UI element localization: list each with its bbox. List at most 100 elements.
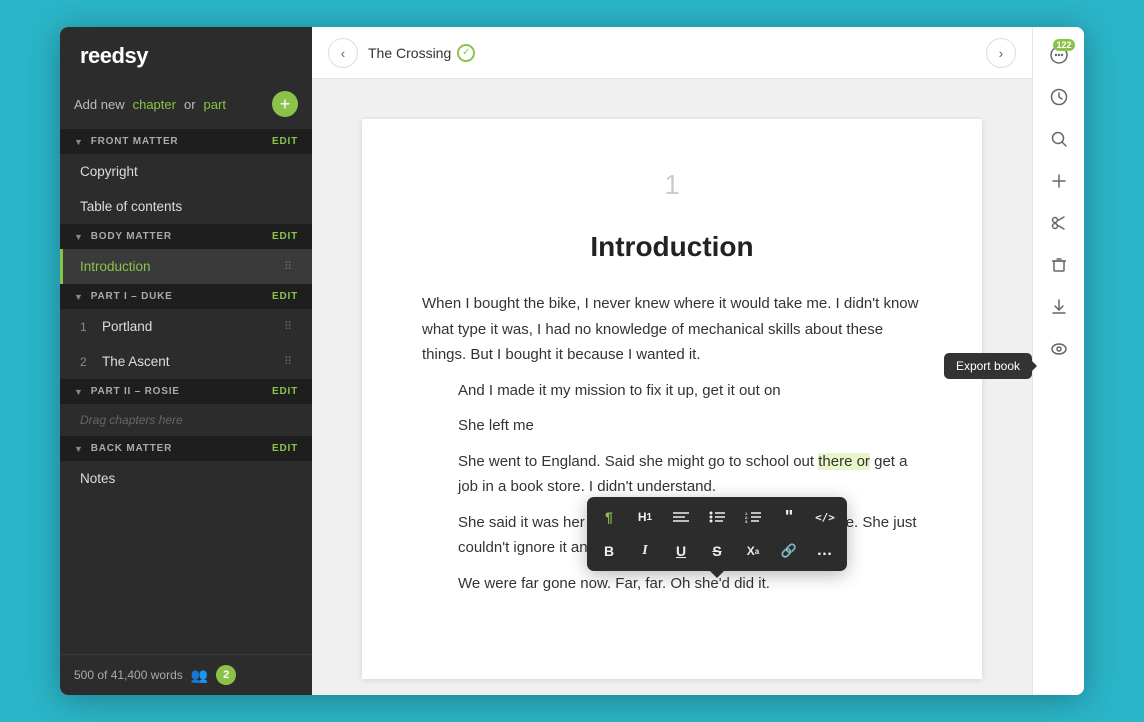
notes-label: Notes [80,471,115,486]
paragraph-4-indent: She went to England. Said she might go t… [422,449,922,500]
toolbar-underline-btn[interactable]: U [664,535,698,567]
front-matter-edit[interactable]: EDIT [272,136,298,147]
part1-edit[interactable]: EDIT [272,291,298,302]
toolbar-superscript-btn[interactable]: Xa [736,535,770,567]
floating-toolbar: ¶ H1 1.2.3. " </> [587,497,847,571]
body-matter-label: BODY MATTER [91,231,172,242]
sidebar-item-copyright[interactable]: Copyright [60,154,312,189]
paragraph-2: And I made it my mission to fix it up, g… [422,378,922,404]
add-new-row: Add new chapter or part + [60,83,312,129]
word-count: 500 of 41,400 words [74,668,183,682]
chevron-icon: ▼ [74,292,84,302]
portland-label: Portland [102,319,152,334]
toolbar-arrow [710,571,724,578]
svg-text:3.: 3. [745,519,748,523]
toolbar-strikethrough-btn[interactable]: S [700,535,734,567]
toolbar-align-btn[interactable] [664,501,698,533]
toolbar-row-2: B I U S Xa 🔗 … [592,535,842,567]
toolbar-quote-btn[interactable]: " [772,501,806,533]
check-icon: ✓ [457,44,475,62]
highlight-text: there or [818,453,870,470]
chevron-icon: ▼ [74,444,84,454]
chevron-icon: ▼ [74,387,84,397]
paragraph-4: She went to England. Said she might go t… [422,449,922,500]
back-matter-label: BACK MATTER [91,443,172,454]
chapter-heading: Introduction [422,231,922,263]
sidebar-footer: 500 of 41,400 words 👥 2 [60,654,312,695]
editor-page[interactable]: 1 Introduction When I bought the bike, I… [362,119,982,679]
trash-icon[interactable] [1041,247,1077,283]
right-sidebar: 122 Export book [1032,27,1084,695]
paragraph-1: When I bought the bike, I never knew whe… [422,291,922,368]
main-area: ‹ The Crossing ✓ › 1 Introduction When I… [312,27,1032,695]
ascent-label: The Ascent [102,354,170,369]
back-matter-section: ▼ BACK MATTER EDIT [60,436,312,461]
add-chapter-link[interactable]: chapter [133,97,176,112]
toolbar-italic-btn[interactable]: I [628,535,662,567]
toolbar-h1-btn[interactable]: H1 [628,501,662,533]
back-arrow[interactable]: ‹ [328,38,358,68]
toolbar-link-btn[interactable]: 🔗 [772,535,806,567]
part2-label: PART II – Rosie [91,386,180,397]
back-matter-edit[interactable]: EDIT [272,443,298,454]
drag-handle-icon: ⠿ [284,355,292,368]
page-number: 1 [422,169,922,201]
add-or-text: or [184,97,196,112]
introduction-label: Introduction [80,259,151,274]
item-num: 2 [80,355,94,369]
collaborators-badge: 2 [216,665,236,685]
scissors-icon[interactable] [1041,205,1077,241]
editor-wrapper: 1 Introduction When I bought the bike, I… [312,79,1032,695]
toc-label: Table of contents [80,199,182,214]
add-part-link[interactable]: part [204,97,226,112]
next-arrow[interactable]: › [986,38,1016,68]
preview-icon[interactable] [1041,331,1077,367]
search-icon[interactable] [1041,121,1077,157]
comments-icon[interactable]: 122 [1041,37,1077,73]
toolbar-paragraph-btn[interactable]: ¶ [592,501,626,533]
collaborators-icon[interactable]: 👥 [191,667,208,684]
part1-section: ▼ PART I – Duke EDIT [60,284,312,309]
part2-section: ▼ PART II – Rosie EDIT [60,379,312,404]
copyright-label: Copyright [80,164,138,179]
drag-handle-icon: ⠿ [284,320,292,333]
add-button[interactable]: + [272,91,298,117]
item-num: 1 [80,320,94,334]
toolbar-code-btn[interactable]: </> [808,501,842,533]
sidebar-item-introduction[interactable]: Introduction ⠿ [60,249,312,284]
export-icon[interactable] [1041,289,1077,325]
top-bar: ‹ The Crossing ✓ › [312,27,1032,79]
history-icon[interactable] [1041,79,1077,115]
body-matter-section: ▼ BODY MATTER EDIT [60,224,312,249]
drag-handle-icon: ⠿ [284,260,292,273]
paragraph-3-indent: She left me [422,413,922,439]
paragraph-2-indent: And I made it my mission to fix it up, g… [422,378,922,404]
sidebar-item-notes[interactable]: Notes [60,461,312,496]
add-icon[interactable] [1041,163,1077,199]
paragraph-6: We were far gone now. Far, far. Oh she'd… [422,571,922,597]
chapter-title-text: The Crossing [368,45,451,61]
part1-label: PART I – Duke [91,291,173,302]
front-matter-section: ▼ FRONT MATTER EDIT [60,129,312,154]
toolbar-ul-btn[interactable] [700,501,734,533]
front-matter-label: FRONT MATTER [91,136,179,147]
paragraph-6-indent: We were far gone now. Far, far. Oh she'd… [422,571,922,597]
chapter-title: The Crossing ✓ [368,44,475,62]
paragraph-3: She left me [422,413,922,439]
sidebar-item-portland[interactable]: 1 Portland ⠿ [60,309,312,344]
sidebar-item-toc[interactable]: Table of contents [60,189,312,224]
toolbar-row-1: ¶ H1 1.2.3. " </> [592,501,842,533]
sidebar: reedsy Add new chapter or part + ▼ FRONT… [60,27,312,695]
part2-edit[interactable]: EDIT [272,386,298,397]
drag-placeholder: Drag chapters here [60,404,312,436]
toolbar-ol-btn[interactable]: 1.2.3. [736,501,770,533]
body-matter-edit[interactable]: EDIT [272,231,298,242]
toolbar-bold-btn[interactable]: B [592,535,626,567]
chevron-icon: ▼ [74,232,84,242]
comment-count-badge: 122 [1053,39,1074,51]
toolbar-more-btn[interactable]: … [808,535,842,567]
app-logo: reedsy [60,27,312,83]
chevron-icon: ▼ [74,137,84,147]
sidebar-item-ascent[interactable]: 2 The Ascent ⠿ [60,344,312,379]
add-new-label: Add new [74,97,125,112]
